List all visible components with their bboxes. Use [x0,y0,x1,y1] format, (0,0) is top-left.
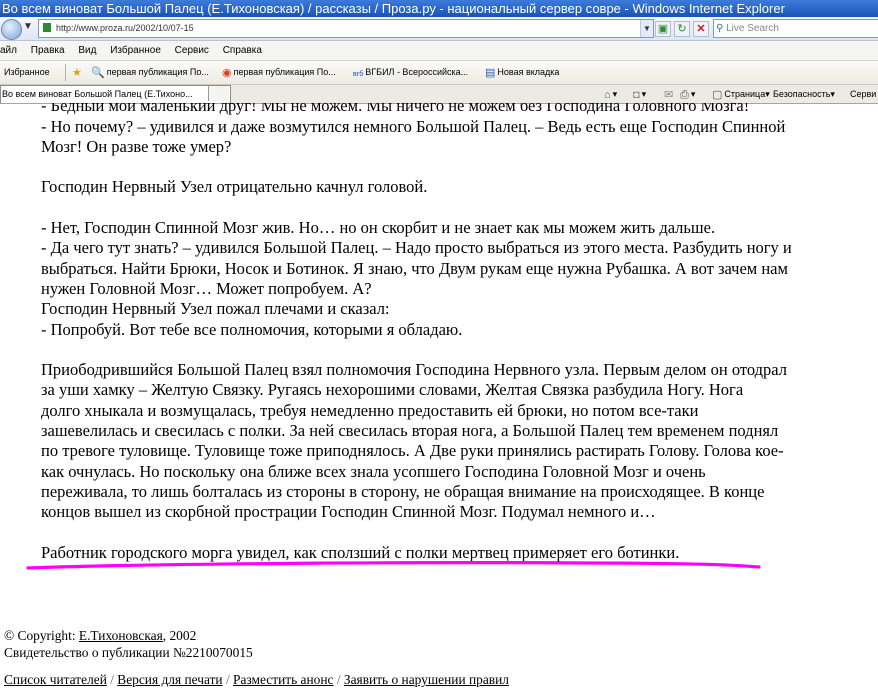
copyright-line: © Copyright: Е.Тихоновская, 2002 [4,628,196,644]
window-title: Во всем виноват Большой Палец (Е.Тихонов… [2,1,785,16]
story-line: зашевелилась и свесилась с полки. За ней… [41,421,779,440]
menu-help[interactable]: Справка [223,45,262,56]
safety-menu-label: Безопасность [773,89,831,99]
menu-file[interactable]: айл [0,45,17,56]
stop-icon[interactable]: ✕ [693,21,709,37]
tab-active[interactable]: Во всем виноват Большой Палец (Е.Тихоно.… [0,85,231,103]
story-line: Господин Нервный Узел отрицательно качну… [41,177,428,196]
search-engine-icon: ⚲ [716,23,724,34]
page-menu-label: Страница [724,89,766,99]
home-icon: ⌂ [604,89,611,101]
url-text: http://www.proza.ru/2002/10/07-15 [56,23,194,33]
favorites-label: Избранное [4,67,50,77]
link-separator: / [222,672,234,687]
page-content: - Бедный мой маленький друг! Мы не можем… [0,103,878,693]
story-line: Господин Нервный Узел пожал плечами и ск… [41,299,390,318]
refresh-icon[interactable]: ↻ [674,21,690,37]
menu-favorites[interactable]: Избранное [110,45,161,56]
page-icon: ▤ [485,67,496,79]
menu-tools[interactable]: Сервис [175,45,209,56]
compatibility-icon[interactable]: ▣ [655,21,671,37]
story-line: по тревоге туловище. Туловище тоже припо… [41,441,784,460]
opera-icon: ◉ [222,67,232,79]
tools-menu-button[interactable]: Серви [850,85,876,103]
place-announcement-link[interactable]: Разместить анонс [233,672,333,687]
story-line: - Но почему? – удивился и даже возмутилс… [41,117,786,136]
page-icon: ▢ [712,89,723,101]
link-separator: / [106,672,118,687]
story-line: Приободрившийся Большой Палец взял полно… [41,360,787,379]
favorite-link-label: первая публикация По... [106,67,209,77]
story-line: за уши хамку – Желтую Связку. Ругаясь не… [41,380,744,399]
print-button[interactable]: ⎙ ▾ [680,85,695,104]
story-line: Мозг! Он разве тоже умер? [41,137,232,156]
publication-certificate: Свидетельство о публикации №2210070015 [4,645,253,660]
story-line: переживала, то лишь болталась из стороны… [41,482,765,501]
print-version-link[interactable]: Версия для печати [117,672,222,687]
back-button[interactable] [1,19,22,40]
handwritten-underline [26,561,761,570]
story-line: как очнулась. Но поскольку она ближе все… [41,462,706,481]
safety-menu-button[interactable]: Безопасность▾ [773,85,835,103]
favorite-link-2[interactable]: ◉ первая публикация По... [222,61,336,85]
star-add-icon: ★ [72,67,82,79]
add-favorite-button[interactable]: ★ [72,61,84,85]
mail-icon: ✉ [664,89,674,101]
vgbil-icon: вгб [353,71,364,78]
link-separator: / [333,672,344,687]
search-input[interactable]: ⚲ Live Search [713,19,878,38]
tab-title: Во всем виноват Большой Палец (Е.Тихоно.… [2,89,193,99]
address-toolbar: ▼ http://www.proza.ru/2002/10/07-15 ▼ ▣ … [0,17,878,41]
print-icon: ⎙ [680,89,689,101]
favorite-link-label: первая публикация По... [233,67,336,77]
story-line: - Бедный мой маленький друг! Мы не можем… [41,103,750,115]
report-violation-link[interactable]: Заявить о нарушении правил [344,672,509,687]
address-field[interactable]: http://www.proza.ru/2002/10/07-15 ▼ [38,19,654,38]
readers-list-link[interactable]: Список читателей [4,672,107,687]
window-titlebar: Во всем виноват Большой Палец (Е.Тихонов… [0,0,878,17]
story-line: долго хныкала и возмущалась, требуя неме… [41,401,699,420]
mail-button[interactable]: ✉ [664,85,675,104]
story-line: концов вышел из скорбной прострации Госп… [41,502,656,521]
menu-view[interactable]: Вид [78,45,96,56]
copyright-prefix: © Copyright: [4,628,79,643]
site-favicon-icon [43,23,51,32]
menu-bar: айл Правка Вид Избранное Сервис Справка [0,41,878,61]
feeds-icon: ◘ [633,89,640,101]
favorites-button[interactable]: Избранное [4,61,50,84]
tools-menu-label: Серви [850,89,877,99]
search-placeholder: Live Search [726,23,779,34]
story-line: нужен Головной Мозг… Может попробуем. А? [41,279,372,298]
home-button[interactable]: ⌂ ▾ [604,85,617,104]
menu-edit[interactable]: Правка [31,45,65,56]
author-link[interactable]: Е.Тихоновская [79,628,163,643]
favorites-bar: Избранное ★ 🔍 первая публикация По... ◉ пе… [0,61,878,85]
tab-bar: Во всем виноват Большой Палец (Е.Тихоно.… [0,85,878,104]
page-menu-button[interactable]: ▢ Страница▾ [712,85,770,104]
address-dropdown-icon[interactable]: ▼ [640,20,653,37]
favorite-link-3[interactable]: вгб ВГБИЛ - Всероссийска... [353,61,468,86]
story-line: - Нет, Господин Спинной Мозг жив. Но… но… [41,218,716,237]
copyright-year: , 2002 [162,628,197,643]
footer-links: Список читателей / Версия для печати / Р… [4,672,509,688]
story-line: - Попробуй. Вот тебе все полномочия, кот… [41,320,463,339]
story-line: - Да чего тут знать? – удивился Большой … [41,238,792,257]
favorite-link-4[interactable]: ▤ Новая вкладка [485,61,559,85]
feeds-button[interactable]: ◘ ▾ [633,85,646,104]
favorite-link-label: Новая вкладка [497,67,560,77]
favorite-link-label: ВГБИЛ - Всероссийска... [365,67,469,77]
favorites-separator [65,64,66,81]
search-icon: 🔍 [91,67,105,79]
recent-pages-dropdown-icon[interactable]: ▼ [23,21,33,32]
new-tab-button[interactable] [208,86,229,101]
favorite-link-1[interactable]: 🔍 первая публикация По... [91,61,209,85]
story-line: выбраться. Найти Брюки, Носок и Ботинок.… [41,259,788,278]
